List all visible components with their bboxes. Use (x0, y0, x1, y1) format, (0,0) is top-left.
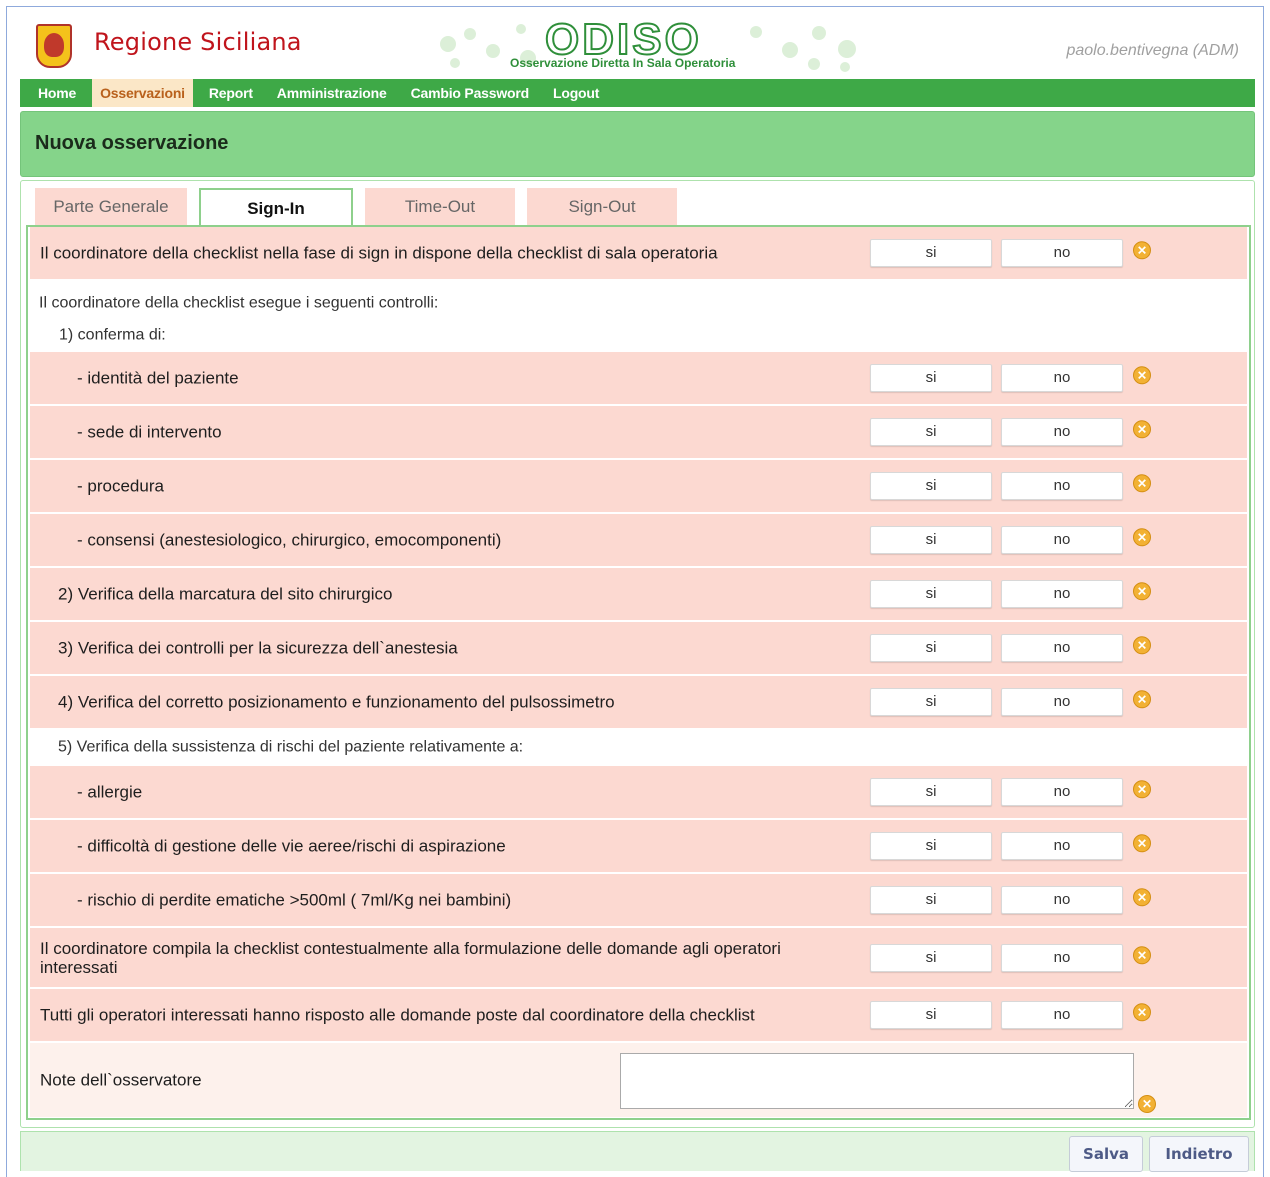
save-button[interactable]: Salva (1069, 1136, 1143, 1172)
checklist-row: - sede di intervento si no ✕ (30, 406, 1247, 458)
question-label: - procedura (77, 476, 164, 496)
no-button[interactable]: no (1001, 832, 1123, 860)
question-label: Il coordinatore della checklist nella fa… (40, 243, 718, 263)
yes-button[interactable]: si (870, 580, 992, 608)
nav-logout[interactable]: Logout (545, 79, 607, 107)
app-subtitle: Osservazione Diretta In Sala Operatoria (510, 56, 736, 70)
no-button[interactable]: no (1001, 886, 1123, 914)
clear-icon[interactable]: ✕ (1133, 474, 1151, 493)
tab-sign-in[interactable]: Sign-In (199, 188, 353, 228)
clear-icon[interactable]: ✕ (1133, 690, 1151, 709)
tab-sign-out[interactable]: Sign-Out (527, 188, 677, 226)
clear-icon[interactable]: ✕ (1133, 945, 1151, 964)
tab-time-out[interactable]: Time-Out (365, 188, 515, 226)
checklist-row: - allergie si no ✕ (30, 766, 1247, 818)
yes-button[interactable]: si (870, 239, 992, 267)
question-label: - consensi (anestesiologico, chirurgico,… (77, 530, 502, 550)
nav-cambio-password[interactable]: Cambio Password (403, 79, 537, 107)
section-row: 1) conferma di: (30, 321, 1247, 351)
checklist-row: - consensi (anestesiologico, chirurgico,… (30, 514, 1247, 566)
notes-textarea[interactable] (620, 1053, 1134, 1109)
section-label: 5) Verifica della sussistenza di rischi … (58, 738, 524, 756)
nav-home[interactable]: Home (30, 79, 84, 107)
checklist-row: 2) Verifica della marcatura del sito chi… (30, 568, 1247, 620)
checklist-row: - procedura si no ✕ (30, 460, 1247, 512)
question-label: 3) Verifica dei controlli per la sicurez… (58, 638, 458, 658)
no-button[interactable]: no (1001, 364, 1123, 392)
page-title-band: Nuova osservazione (20, 111, 1255, 177)
yes-button[interactable]: si (870, 886, 992, 914)
notes-label: Note dell`osservatore (40, 1070, 202, 1090)
no-button[interactable]: no (1001, 688, 1123, 716)
yes-button[interactable]: si (870, 943, 992, 972)
yes-button[interactable]: si (870, 688, 992, 716)
section-label: Il coordinatore della checklist esegue i… (39, 294, 439, 312)
no-button[interactable]: no (1001, 580, 1123, 608)
clear-icon[interactable]: ✕ (1133, 366, 1151, 385)
yes-button[interactable]: si (870, 418, 992, 446)
main-nav: Home Osservazioni Report Amministrazione… (20, 79, 1255, 107)
region-crest-logo (36, 24, 72, 68)
app-logo: ODISO Osservazione Diretta In Sala Opera… (420, 14, 870, 78)
clear-icon[interactable]: ✕ (1138, 1095, 1156, 1113)
clear-icon[interactable]: ✕ (1133, 528, 1151, 547)
clear-icon[interactable]: ✕ (1133, 582, 1151, 601)
yes-button[interactable]: si (870, 832, 992, 860)
question-label: - rischio di perdite ematiche >500ml ( 7… (77, 890, 512, 910)
clear-icon[interactable]: ✕ (1133, 420, 1151, 439)
current-user: paolo.bentivegna (ADM) (1066, 42, 1239, 59)
yes-button[interactable]: si (870, 634, 992, 662)
tab-parte-generale[interactable]: Parte Generale (35, 188, 187, 226)
nav-report[interactable]: Report (201, 79, 261, 107)
question-label: 2) Verifica della marcatura del sito chi… (58, 584, 393, 604)
no-button[interactable]: no (1001, 943, 1123, 972)
no-button[interactable]: no (1001, 634, 1123, 662)
checklist-row: Tutti gli operatori interessati hanno ri… (30, 989, 1247, 1041)
sign-in-form: Il coordinatore della checklist nella fa… (26, 225, 1251, 1120)
no-button[interactable]: no (1001, 239, 1123, 267)
yes-button[interactable]: si (870, 526, 992, 554)
question-label: - sede di intervento (77, 422, 222, 442)
region-name: Regione Siciliana (94, 28, 302, 56)
checklist-row: 4) Verifica del corretto posizionamento … (30, 676, 1247, 728)
checklist-row: Il coordinatore compila la checklist con… (30, 928, 1247, 987)
section-row: 5) Verifica della sussistenza di rischi … (30, 729, 1247, 765)
clear-icon[interactable]: ✕ (1133, 636, 1151, 655)
clear-icon[interactable]: ✕ (1133, 834, 1151, 853)
clear-icon[interactable]: ✕ (1133, 888, 1151, 907)
question-label: - difficoltà di gestione delle vie aeree… (77, 836, 506, 856)
checklist-row: - difficoltà di gestione delle vie aeree… (30, 820, 1247, 872)
back-button[interactable]: Indietro (1149, 1136, 1249, 1172)
header: Regione Siciliana ODISO Osservazione Dir… (20, 14, 1255, 78)
question-label: - identità del paziente (77, 368, 239, 388)
yes-button[interactable]: si (870, 364, 992, 392)
no-button[interactable]: no (1001, 472, 1123, 500)
no-button[interactable]: no (1001, 526, 1123, 554)
question-label: 4) Verifica del corretto posizionamento … (58, 692, 615, 712)
no-button[interactable]: no (1001, 1001, 1123, 1029)
nav-osservazioni[interactable]: Osservazioni (92, 79, 193, 107)
checklist-row: Il coordinatore della checklist nella fa… (30, 227, 1247, 279)
no-button[interactable]: no (1001, 778, 1123, 806)
question-label: Tutti gli operatori interessati hanno ri… (40, 1005, 755, 1025)
section-row: Il coordinatore della checklist esegue i… (30, 281, 1247, 321)
clear-icon[interactable]: ✕ (1133, 780, 1151, 799)
nav-amministrazione[interactable]: Amministrazione (269, 79, 395, 107)
page-title: Nuova osservazione (35, 132, 229, 154)
clear-icon[interactable]: ✕ (1133, 1003, 1151, 1022)
yes-button[interactable]: si (870, 472, 992, 500)
question-label: - allergie (77, 782, 143, 802)
no-button[interactable]: no (1001, 418, 1123, 446)
question-label: Il coordinatore compila la checklist con… (40, 938, 781, 977)
clear-icon[interactable]: ✕ (1133, 241, 1151, 260)
checklist-row: - rischio di perdite ematiche >500ml ( 7… (30, 874, 1247, 926)
checklist-row: 3) Verifica dei controlli per la sicurez… (30, 622, 1247, 674)
notes-row: Note dell`osservatore ✕ (30, 1043, 1247, 1117)
checklist-row: - identità del paziente si no ✕ (30, 352, 1247, 404)
form-footer: Salva Indietro (20, 1131, 1255, 1172)
yes-button[interactable]: si (870, 778, 992, 806)
yes-button[interactable]: si (870, 1001, 992, 1029)
section-label: 1) conferma di: (59, 326, 166, 344)
form-panel: Parte Generale Sign-In Time-Out Sign-Out… (20, 180, 1255, 1128)
